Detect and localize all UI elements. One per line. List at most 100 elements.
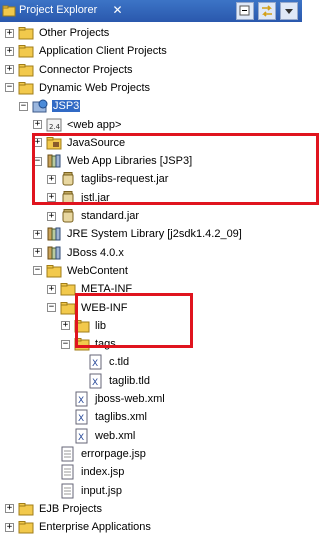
- tree-item-label: input.jsp: [81, 484, 122, 497]
- xml-file-icon: X: [88, 354, 104, 370]
- tree-item-label: index.jsp: [81, 466, 125, 479]
- tree-item-label: Connector Projects: [39, 63, 133, 76]
- tree-item-label: Other Projects: [39, 27, 110, 39]
- tree-item[interactable]: +2.4 <web app>: [33, 116, 122, 134]
- folder-icon: [18, 80, 34, 96]
- tree-item[interactable]: Xtaglib.tld: [75, 372, 151, 390]
- tree-item[interactable]: + Enterprise Applications: [5, 518, 152, 536]
- expand-toggle[interactable]: +: [5, 504, 14, 514]
- tree-item-label: errorpage.jsp: [81, 447, 146, 460]
- tree-item-label: standard.jar: [81, 210, 140, 222]
- tree-item-label: taglibs.xml: [95, 411, 147, 424]
- expand-toggle[interactable]: +: [5, 65, 14, 75]
- project-explorer-icon: [2, 5, 16, 17]
- svg-text:X: X: [92, 378, 98, 388]
- tree-item-label: JRE System Library [j2sdk1.4.2_09]: [67, 228, 242, 241]
- tree-item[interactable]: index.jsp: [47, 463, 125, 481]
- folder-icon: [60, 281, 76, 297]
- jsp-file-icon: [60, 464, 76, 480]
- tree-item[interactable]: + Connector Projects: [5, 61, 134, 79]
- tree-item[interactable]: − WebContent: [33, 262, 129, 280]
- collapse-toggle[interactable]: −: [47, 303, 56, 312]
- expand-toggle[interactable]: +: [33, 229, 42, 239]
- expand-toggle[interactable]: +: [33, 248, 42, 258]
- expand-toggle[interactable]: +: [5, 28, 14, 38]
- collapse-toggle[interactable]: −: [5, 83, 14, 93]
- tree-item-label: JSP3: [52, 100, 81, 113]
- folder-icon: [18, 62, 34, 78]
- tree-item-label: c.tld: [109, 356, 130, 369]
- tree-item-label: web.xml: [95, 429, 136, 442]
- link-arrows-icon: [262, 5, 272, 17]
- collapse-toggle[interactable]: −: [19, 101, 28, 111]
- view-menu-button[interactable]: [280, 2, 298, 20]
- link-with-editor-button[interactable]: [258, 2, 276, 20]
- folder-icon: [60, 300, 76, 316]
- tree-item-label: EJB Projects: [39, 502, 102, 515]
- expand-toggle[interactable]: +: [33, 120, 42, 129]
- collapse-toggle[interactable]: −: [33, 266, 42, 276]
- folder-icon: [18, 43, 34, 59]
- jsp-file-icon: [60, 483, 76, 499]
- library-icon: [46, 245, 62, 261]
- tree-item[interactable]: Xweb.xml: [61, 427, 136, 445]
- tree-item-label: Enterprise Applications: [39, 521, 151, 534]
- tree-item-label: Dynamic Web Projects: [39, 81, 151, 94]
- xml-file-icon: X: [88, 373, 104, 389]
- expand-toggle[interactable]: +: [47, 284, 56, 294]
- tree-item[interactable]: + JRE System Library [j2sdk1.4.2_09]: [33, 225, 243, 243]
- tree-item[interactable]: − JSP3: [19, 97, 81, 115]
- tree-item[interactable]: + Application Client Projects: [5, 42, 168, 60]
- tree-item[interactable]: + Other Projects: [5, 24, 110, 42]
- xml-file-icon: X: [74, 409, 90, 425]
- tree-item[interactable]: − Dynamic Web Projects: [5, 79, 151, 97]
- project-tree[interactable]: + Other Projects + Application Client Proje…: [0, 22, 302, 534]
- tree-item-label: JBoss 4.0.x: [67, 246, 124, 259]
- tree-item-label: WebContent: [67, 264, 128, 277]
- highlight-box-tags: [75, 293, 193, 348]
- xml-file-icon: X: [74, 428, 90, 444]
- tree-item[interactable]: + EJB Projects: [5, 500, 103, 518]
- expand-toggle[interactable]: +: [61, 321, 70, 331]
- tree-item-label: <web app>: [67, 118, 122, 131]
- tree-item[interactable]: input.jsp: [47, 482, 123, 500]
- expand-toggle[interactable]: +: [5, 522, 14, 532]
- close-view-icon[interactable]: ✕: [110, 3, 125, 18]
- svg-text:X: X: [78, 414, 84, 424]
- collapse-all-button[interactable]: [236, 2, 254, 20]
- svg-text:X: X: [78, 433, 84, 443]
- tree-item[interactable]: Xc.tld: [75, 353, 130, 371]
- svg-text:X: X: [92, 359, 98, 369]
- jsp-file-icon: [60, 446, 76, 462]
- web-app-icon: 2.4: [46, 117, 62, 133]
- tree-item[interactable]: errorpage.jsp: [47, 445, 147, 463]
- web-project-icon: [32, 98, 48, 114]
- svg-text:2.4: 2.4: [49, 123, 61, 131]
- collapse-toggle[interactable]: −: [61, 339, 70, 349]
- view-titlebar: Project Explorer ✕: [0, 0, 302, 22]
- tree-item[interactable]: + JBoss 4.0.x: [33, 244, 125, 262]
- folder-icon: [18, 519, 34, 535]
- library-icon: [46, 226, 62, 242]
- tree-item[interactable]: Xjboss-web.xml: [61, 390, 166, 408]
- folder-icon: [46, 263, 62, 279]
- expand-toggle[interactable]: +: [5, 46, 14, 56]
- tree-item[interactable]: + standard.jar: [47, 207, 140, 225]
- expand-toggle[interactable]: +: [47, 211, 56, 221]
- tree-item-label: taglib.tld: [109, 374, 150, 387]
- tree-item[interactable]: Xtaglibs.xml: [61, 408, 148, 426]
- svg-text:X: X: [78, 396, 84, 406]
- folder-icon: [18, 501, 34, 517]
- view-menu-icon: [285, 9, 293, 14]
- collapse-all-icon: [239, 5, 250, 16]
- folder-icon: [18, 25, 34, 41]
- highlight-box-libraries: [32, 133, 319, 205]
- view-title: Project Explorer: [19, 4, 98, 16]
